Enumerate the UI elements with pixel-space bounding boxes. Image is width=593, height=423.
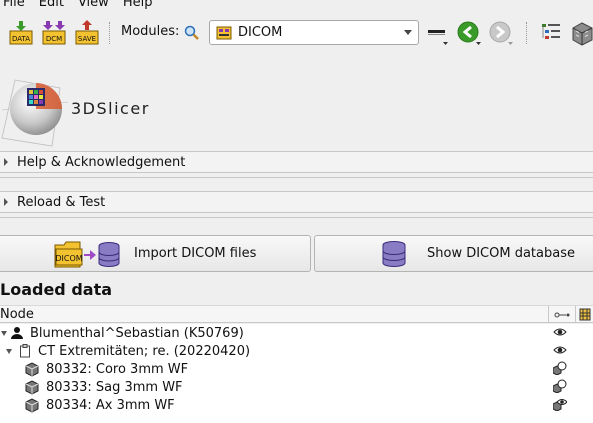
tree-row-patient[interactable]: Blumenthal^Sebastian (K50769) <box>0 324 593 342</box>
study-icon <box>20 344 30 358</box>
module-selector[interactable]: DICOM <box>209 20 419 45</box>
menubar: File Edit View Help <box>0 0 593 11</box>
forward-button[interactable] <box>488 20 514 46</box>
tree-list-icon <box>542 24 560 39</box>
modules-label: Modules: <box>121 24 180 39</box>
column-header-color[interactable] <box>575 306 593 323</box>
slicer-logo-text: 3DSlicer <box>71 99 150 118</box>
load-dicom-button[interactable]: DCM <box>41 20 67 46</box>
chevron-right-icon <box>4 198 8 206</box>
reload-test-panel[interactable]: Reload & Test <box>0 191 593 213</box>
chevron-down-icon <box>404 30 412 35</box>
patient-icon <box>11 327 23 339</box>
menu-edit[interactable]: Edit <box>39 0 64 11</box>
import-dicom-label: Import DICOM files <box>134 246 257 261</box>
panel-label: Help & Acknowledgement <box>17 154 186 170</box>
menu-view[interactable]: View <box>78 0 109 11</box>
tree-row-label: 80334: Ax 3mm WF <box>46 397 175 413</box>
volume-series-icon <box>25 362 39 377</box>
eye-icon[interactable] <box>553 397 567 411</box>
tree-row-label: 80333: Sag 3mm WF <box>46 379 183 395</box>
show-dicom-database-button[interactable]: Show DICOM database <box>314 235 593 272</box>
save-button[interactable]: SAVE <box>74 20 100 46</box>
panel-divider <box>0 213 593 218</box>
eye-icon[interactable] <box>553 325 567 339</box>
tree-row-series[interactable]: 80332: Coro 3mm WF <box>0 360 593 378</box>
column-header-visibility[interactable] <box>548 306 574 323</box>
eye-partial-icon[interactable] <box>553 361 567 375</box>
panel-label: Reload & Test <box>17 194 106 210</box>
module-selected-value: DICOM <box>238 25 283 40</box>
load-data-icon: DATA <box>9 21 33 45</box>
loaded-data-title: Loaded data <box>0 280 113 299</box>
main-toolbar: DATA DCM SAVE Modules: DICOM <box>0 16 593 50</box>
menu-file[interactable]: File <box>3 0 25 11</box>
volume-series-icon <box>25 398 39 413</box>
slicer-logo <box>0 60 70 150</box>
database-icon <box>382 240 406 267</box>
eye-icon[interactable] <box>553 343 567 357</box>
back-arrow-icon <box>457 21 481 45</box>
help-acknowledgement-panel[interactable]: Help & Acknowledgement <box>0 151 593 173</box>
data-module-button[interactable] <box>538 20 564 46</box>
show-dicom-database-label: Show DICOM database <box>427 246 575 261</box>
visibility-column-icon <box>554 312 570 318</box>
load-dicom-icon: DCM <box>42 21 66 45</box>
tree-row-study[interactable]: CT Extremitäten; re. (20220420) <box>0 342 593 360</box>
menu-help[interactable]: Help <box>123 0 153 11</box>
module-search-button[interactable] <box>183 24 201 42</box>
load-data-button[interactable]: DATA <box>8 20 34 46</box>
column-header-node[interactable]: Node <box>0 307 34 322</box>
svg-text:DATA: DATA <box>12 35 30 43</box>
import-dicom-button[interactable]: DICOM Import DICOM files <box>0 235 311 272</box>
slicer-logo-icon <box>1 79 69 147</box>
eye-partial-icon[interactable] <box>553 379 567 393</box>
layout-button[interactable] <box>426 20 452 46</box>
chevron-right-icon <box>4 158 8 166</box>
color-grid-icon <box>579 308 591 321</box>
dicom-module-icon <box>216 26 232 39</box>
volume-series-icon <box>25 380 39 395</box>
tree-row-label: 80332: Coro 3mm WF <box>46 361 189 377</box>
svg-text:DCM: DCM <box>46 35 62 43</box>
layout-icon <box>428 30 448 45</box>
search-icon <box>184 25 199 40</box>
save-icon: SAVE <box>75 20 99 45</box>
toolbar-separator <box>526 22 528 44</box>
tree-row-label: Blumenthal^Sebastian (K50769) <box>30 325 244 341</box>
panel-divider <box>0 173 593 178</box>
volume-cube-icon <box>572 22 593 46</box>
svg-text:SAVE: SAVE <box>78 35 96 43</box>
volumes-module-button[interactable] <box>570 20 593 46</box>
chevron-down-icon[interactable] <box>6 349 12 354</box>
forward-arrow-icon <box>489 21 513 45</box>
tree-row-series[interactable]: 80334: Ax 3mm WF <box>0 396 593 414</box>
import-dicom-icon: DICOM <box>54 241 120 267</box>
back-button[interactable] <box>456 20 482 46</box>
chevron-down-icon[interactable] <box>1 331 7 336</box>
tree-header: Node <box>0 305 593 323</box>
tree-row-label: CT Extremitäten; re. (20220420) <box>38 343 251 359</box>
toolbar-separator <box>109 22 111 44</box>
loaded-data-tree: Blumenthal^Sebastian (K50769) CT Extremi… <box>0 324 593 423</box>
tree-row-series[interactable]: 80333: Sag 3mm WF <box>0 378 593 396</box>
svg-text:DICOM: DICOM <box>55 254 82 263</box>
